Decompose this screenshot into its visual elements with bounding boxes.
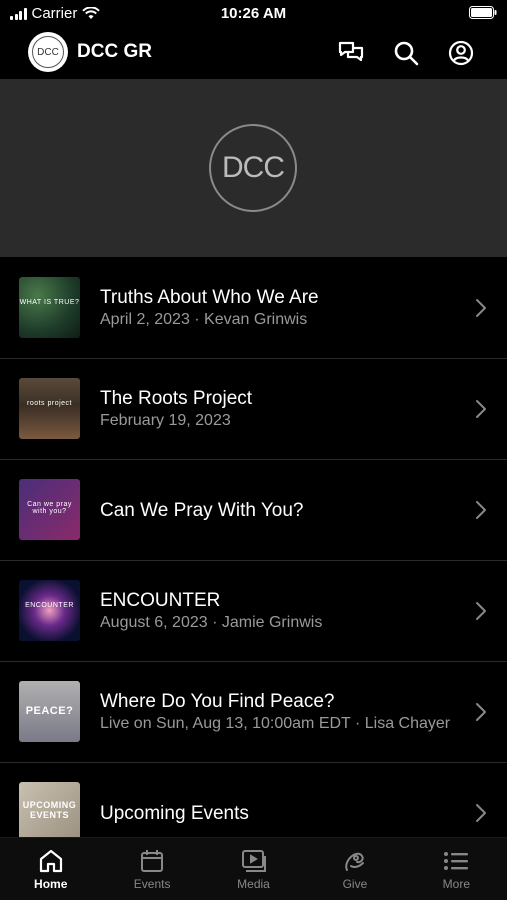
tab-label: More xyxy=(442,877,470,891)
battery-icon xyxy=(469,6,497,23)
list-item[interactable]: ENCOUNTER ENCOUNTER August 6, 2023 · Jam… xyxy=(0,561,507,662)
profile-icon[interactable] xyxy=(447,39,475,67)
thumbnail-text: Can we pray with you? xyxy=(27,501,72,515)
status-bar: Carrier 10:26 AM xyxy=(0,0,507,28)
hero-logo-text: DCC xyxy=(222,151,285,184)
tab-home[interactable]: Home xyxy=(0,838,101,900)
hero-banner: DCC xyxy=(0,79,507,257)
item-subtitle: Live on Sun, Aug 13, 10:00am EDT · Lisa … xyxy=(100,715,451,732)
tab-bar: Home Events Media Give More xyxy=(0,837,507,900)
item-subtitle: April 2, 2023 · Kevan Grinwis xyxy=(100,311,308,328)
item-thumbnail: PEACE? xyxy=(19,681,80,742)
thumbnail-text: UPCOMING EVENTS xyxy=(22,800,77,820)
item-thumbnail: roots project xyxy=(19,378,80,439)
calendar-icon xyxy=(141,850,164,872)
item-title: ENCOUNTER xyxy=(100,590,221,611)
tab-label: Events xyxy=(133,877,171,891)
content-list: WHAT IS TRUE? Truths About Who We Are Ap… xyxy=(0,258,507,864)
tab-give[interactable]: Give xyxy=(304,838,405,900)
nav-actions xyxy=(337,39,475,67)
chevron-right-icon xyxy=(476,804,486,822)
tab-events[interactable]: Events xyxy=(101,838,202,900)
tab-label: Home xyxy=(34,877,68,891)
chat-icon[interactable] xyxy=(337,39,365,67)
item-subtitle: August 6, 2023 · Jamie Grinwis xyxy=(100,614,323,631)
app-logo[interactable]: DCC xyxy=(28,32,68,72)
give-icon xyxy=(345,852,364,871)
app-title: DCC GR xyxy=(77,41,152,62)
item-title: The Roots Project xyxy=(100,388,253,409)
app-logo-text: DCC xyxy=(32,36,64,68)
item-title: Upcoming Events xyxy=(100,802,249,824)
list-icon xyxy=(444,852,469,870)
list-item[interactable]: Can we pray with you? Can We Pray With Y… xyxy=(0,460,507,561)
item-title: Where Do You Find Peace? xyxy=(100,691,335,712)
tab-more[interactable]: More xyxy=(406,838,507,900)
item-title: Can We Pray With You? xyxy=(100,499,304,521)
list-item[interactable]: roots project The Roots Project February… xyxy=(0,359,507,460)
chevron-right-icon xyxy=(476,299,486,317)
tab-label: Media xyxy=(237,877,270,891)
item-thumbnail: UPCOMING EVENTS xyxy=(19,782,80,843)
nav-bar: DCC DCC GR xyxy=(0,28,507,78)
item-title: Truths About Who We Are xyxy=(100,287,319,308)
tab-media[interactable]: Media xyxy=(203,838,304,900)
chevron-right-icon xyxy=(476,501,486,519)
status-time: 10:26 AM xyxy=(220,5,287,22)
item-subtitle: February 19, 2023 xyxy=(100,412,231,429)
item-thumbnail: Can we pray with you? xyxy=(19,479,80,540)
thumbnail-text: roots project xyxy=(26,400,73,407)
item-thumbnail: ENCOUNTER xyxy=(19,580,80,641)
tab-label: Give xyxy=(342,877,368,891)
list-item[interactable]: PEACE? Where Do You Find Peace? Live on … xyxy=(0,662,507,763)
chevron-right-icon xyxy=(476,400,486,418)
media-icon xyxy=(241,850,266,872)
chevron-right-icon xyxy=(476,703,486,721)
thumbnail-text: ENCOUNTER xyxy=(25,602,74,609)
chevron-right-icon xyxy=(476,602,486,620)
item-thumbnail: WHAT IS TRUE? xyxy=(19,277,80,338)
home-icon xyxy=(39,849,62,873)
search-icon[interactable] xyxy=(392,39,420,67)
thumbnail-text: WHAT IS TRUE? xyxy=(19,299,80,306)
thumbnail-text: PEACE? xyxy=(25,705,74,717)
list-item[interactable]: WHAT IS TRUE? Truths About Who We Are Ap… xyxy=(0,258,507,359)
